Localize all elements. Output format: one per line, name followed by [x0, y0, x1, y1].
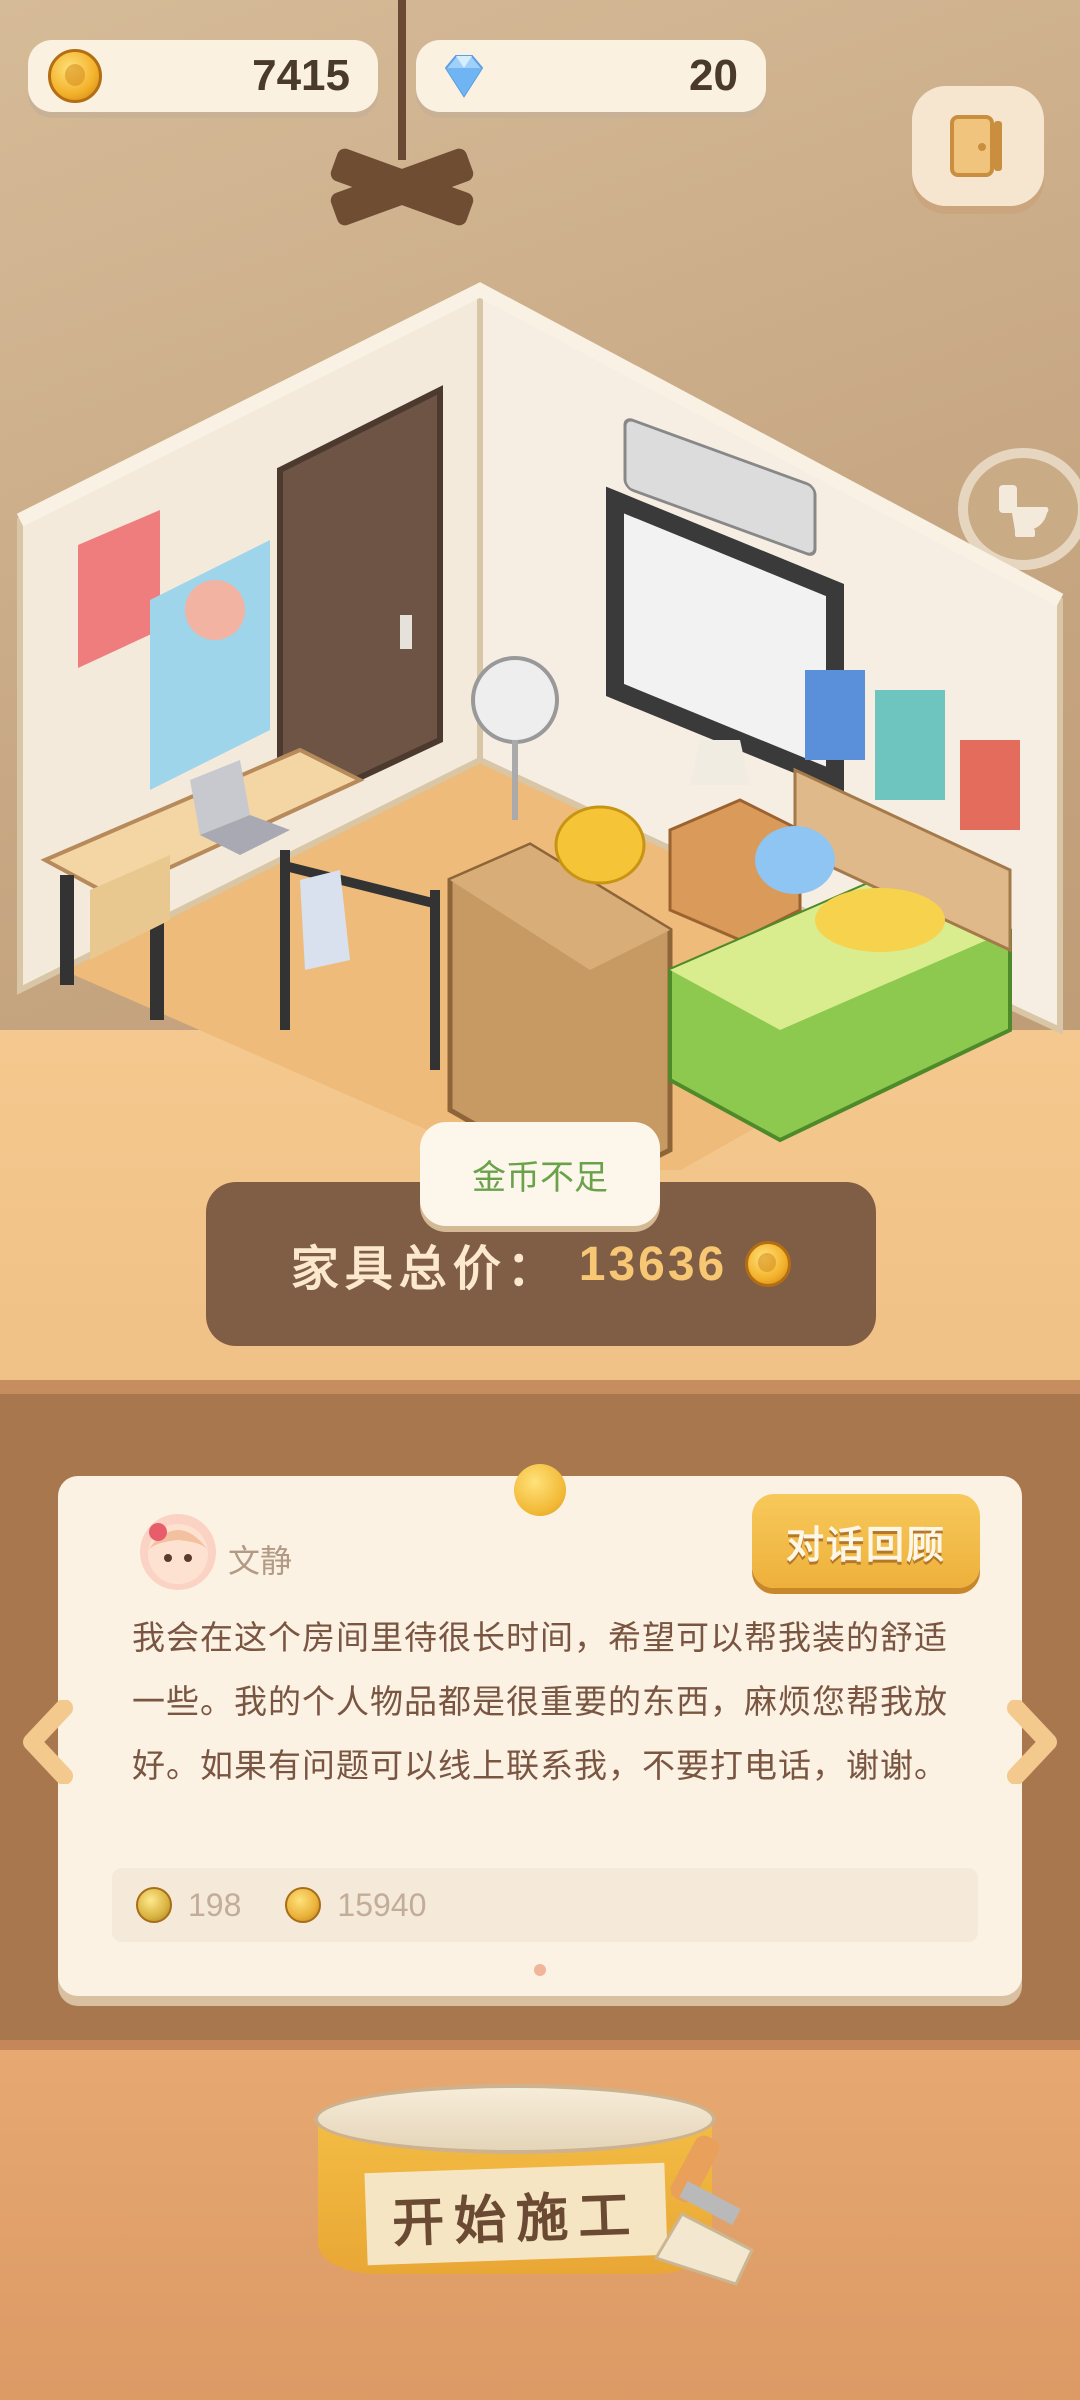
furniture-total-label: 家具总价：	[290, 1241, 561, 1297]
gem-amount: 20	[689, 51, 738, 100]
fan	[471, 656, 559, 744]
reward-item: 198	[136, 1887, 241, 1924]
coin-icon	[745, 1241, 792, 1287]
reward-value: 198	[188, 1886, 242, 1923]
paint-brush-icon	[653, 2135, 754, 2286]
door-exit-icon	[950, 115, 1002, 177]
start-construction-button[interactable]: 开始施工	[314, 2084, 774, 2290]
npc-name: 文静	[228, 1542, 293, 1580]
paint-bucket-lid	[314, 2084, 716, 2154]
pillow	[815, 888, 945, 952]
start-construction-label: 开始施工	[364, 2162, 668, 2266]
slime-plush	[755, 826, 835, 894]
ribbon-medal-icon	[136, 1887, 172, 1923]
reward-value: 15940	[337, 1886, 427, 1923]
gem-balance[interactable]: 20	[416, 40, 766, 112]
next-arrow-icon[interactable]	[1004, 1700, 1060, 1784]
lamp	[690, 740, 750, 785]
previous-arrow-icon[interactable]	[20, 1700, 76, 1784]
dialogue-review-button[interactable]: 对话回顾	[752, 1494, 980, 1588]
dialogue-card: 文静 对话回顾 我会在这个房间里待很长时间，希望可以帮我装的舒适一些。我的个人物…	[58, 1476, 1022, 1996]
coin-icon	[285, 1887, 322, 1923]
coin-amount: 7415	[252, 51, 350, 100]
reward-item: 15940	[285, 1887, 426, 1924]
coin-balance[interactable]: 7415	[28, 40, 378, 112]
toy-box	[960, 740, 1020, 830]
avatar	[140, 1514, 216, 1590]
furniture-total-value: 13636	[578, 1237, 728, 1291]
coin-icon	[48, 49, 102, 103]
diamond-icon	[444, 55, 484, 98]
reward-bar: 198 15940	[112, 1868, 978, 1942]
toy-box	[805, 670, 865, 760]
chick-plush	[554, 805, 646, 885]
pin-icon	[514, 1464, 566, 1516]
toy-box	[875, 690, 945, 800]
ceiling-rod	[398, 0, 406, 160]
page-indicator-dot	[534, 1964, 546, 1976]
insufficient-coins-toast: 金币不足	[420, 1122, 660, 1226]
exit-button[interactable]	[912, 86, 1044, 206]
dialogue-text: 我会在这个房间里待很长时间，希望可以帮我装的舒适一些。我的个人物品都是很重要的东…	[132, 1618, 948, 1785]
bedroom-scene[interactable]	[0, 270, 1080, 1170]
